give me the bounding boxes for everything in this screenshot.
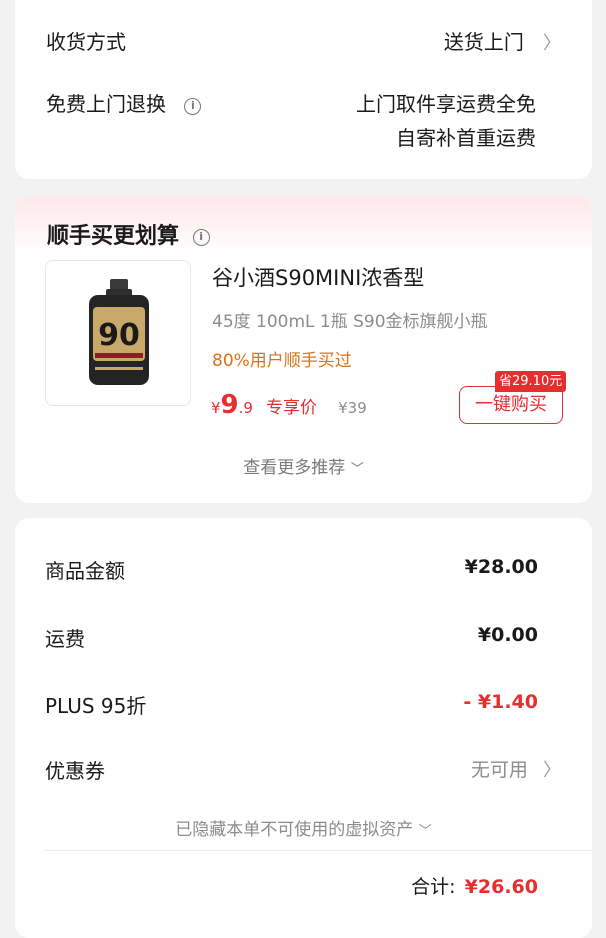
free-return-line2: 自寄补首重运费 <box>396 126 536 150</box>
price-integer: 9 <box>220 390 239 420</box>
plus-discount-label: PLUS 95折 <box>45 694 147 718</box>
social-proof-text: 80%用户顺手买过 <box>212 351 352 371</box>
coupon-label: 优惠券 <box>45 759 105 783</box>
chevron-right-icon: 〉 <box>543 33 561 54</box>
price-tag: 专享价 <box>266 398 318 418</box>
bundle-title-text: 顺手买更划算 <box>47 224 180 249</box>
info-icon[interactable]: i <box>192 229 210 246</box>
delivery-method-selector[interactable]: 送货上门 〉 <box>444 26 561 55</box>
coupon-value: 无可用 <box>470 759 528 781</box>
total-value: ¥26.60 <box>464 876 538 898</box>
shipping-value: ¥0.00 <box>477 624 538 646</box>
hidden-assets-toggle[interactable]: 已隐藏本单不可使用的虚拟资产 ﹀ <box>15 815 592 840</box>
summary-divider <box>44 850 592 851</box>
chevron-right-icon: 〉 <box>543 760 561 781</box>
free-return-line1: 上门取件享运费全免 <box>356 92 536 116</box>
savings-badge: 省29.10元 <box>495 371 567 392</box>
original-price: ¥39 <box>338 399 367 417</box>
price-symbol: ¥ <box>211 399 221 417</box>
info-icon[interactable]: i <box>184 98 202 115</box>
total-row: 合计: ¥26.60 <box>411 872 538 899</box>
summary-card: 商品金额 ¥28.00 运费 ¥0.00 PLUS 95折 - ¥1.40 优惠… <box>15 518 592 938</box>
bundle-title: 顺手买更划算 i <box>47 218 210 250</box>
free-return-text: 免费上门退换 <box>46 92 166 116</box>
bottle-number: 90 <box>98 318 140 353</box>
delivery-card: 收货方式 送货上门 〉 免费上门退换 i 上门取件享运费全免 自寄补首重运费 <box>15 0 592 179</box>
product-name[interactable]: 谷小酒S90MINI浓香型 <box>212 262 424 292</box>
see-more-label: 查看更多推荐 <box>243 458 346 478</box>
bundle-card: 顺手买更划算 i 90 谷小酒S90MINI浓香型 45度 100mL 1瓶 S… <box>15 196 592 503</box>
delivery-method-label: 收货方式 <box>46 30 126 54</box>
chevron-down-icon: ﹀ <box>350 462 364 477</box>
total-label: 合计: <box>411 876 456 898</box>
delivery-method-value: 送货上门 <box>443 30 524 54</box>
product-spec: 45度 100mL 1瓶 S90金标旗舰小瓶 <box>212 312 488 332</box>
chevron-down-icon: ﹀ <box>418 824 432 839</box>
subtotal-label: 商品金额 <box>45 559 125 583</box>
free-return-label: 免费上门退换 i <box>46 88 202 117</box>
see-more-recommendations[interactable]: 查看更多推荐 ﹀ <box>15 453 592 478</box>
product-image[interactable]: 90 <box>45 260 191 406</box>
price-decimal: .9 <box>238 399 253 417</box>
liquor-bottle-image: 90 <box>89 279 149 385</box>
shipping-label: 运费 <box>45 627 85 651</box>
hidden-assets-text: 已隐藏本单不可使用的虚拟资产 <box>175 820 414 840</box>
exclusive-price: ¥9.9 专享价 ¥39 <box>211 390 367 420</box>
plus-discount-value: - ¥1.40 <box>463 691 538 713</box>
coupon-selector[interactable]: 无可用 〉 <box>471 755 561 782</box>
subtotal-value: ¥28.00 <box>464 556 538 578</box>
